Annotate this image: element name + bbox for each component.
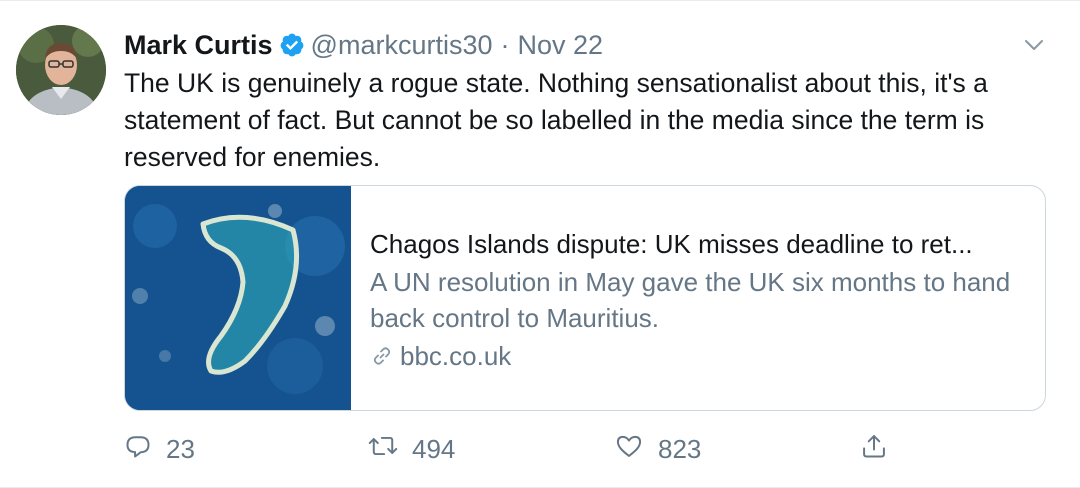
tweet-header: Mark Curtis @markcurtis30 · Nov 22 — [124, 25, 603, 65]
link-icon — [370, 344, 394, 368]
retweet-count: 494 — [412, 433, 456, 464]
author-name[interactable]: Mark Curtis — [124, 30, 273, 61]
tweet-date[interactable]: Nov 22 — [518, 30, 604, 61]
retweet-button[interactable]: 494 — [368, 429, 455, 469]
tweet[interactable]: Mark Curtis @markcurtis30 · Nov 22 The U… — [0, 0, 1080, 488]
like-icon — [614, 432, 644, 467]
reply-count: 23 — [166, 433, 195, 464]
card-body: Chagos Islands dispute: UK misses deadli… — [370, 226, 1025, 374]
avatar[interactable] — [16, 25, 106, 115]
author-handle[interactable]: @markcurtis30 — [311, 30, 493, 61]
tweet-text: The UK is genuinely a rogue state. Nothi… — [124, 68, 988, 172]
card-domain-text: bbc.co.uk — [400, 341, 512, 371]
retweet-icon — [368, 432, 398, 467]
reply-button[interactable]: 23 — [124, 429, 195, 469]
card-domain: bbc.co.uk — [370, 338, 1025, 374]
share-icon — [860, 432, 888, 467]
share-button[interactable] — [860, 429, 888, 469]
card-image — [125, 186, 351, 410]
card-title: Chagos Islands dispute: UK misses deadli… — [370, 229, 973, 259]
link-card[interactable]: Chagos Islands dispute: UK misses deadli… — [124, 185, 1046, 411]
like-button[interactable]: 823 — [614, 429, 701, 469]
like-count: 823 — [658, 433, 702, 464]
tweet-actions: 23 494 823 — [124, 429, 904, 469]
verified-badge-icon — [279, 32, 305, 58]
avatar-photo — [16, 25, 106, 115]
reply-icon — [124, 432, 152, 467]
card-description: A UN resolution in May gave the UK six m… — [370, 267, 1011, 333]
chevron-down-icon[interactable] — [1022, 33, 1046, 57]
header-separator: · — [500, 29, 510, 60]
